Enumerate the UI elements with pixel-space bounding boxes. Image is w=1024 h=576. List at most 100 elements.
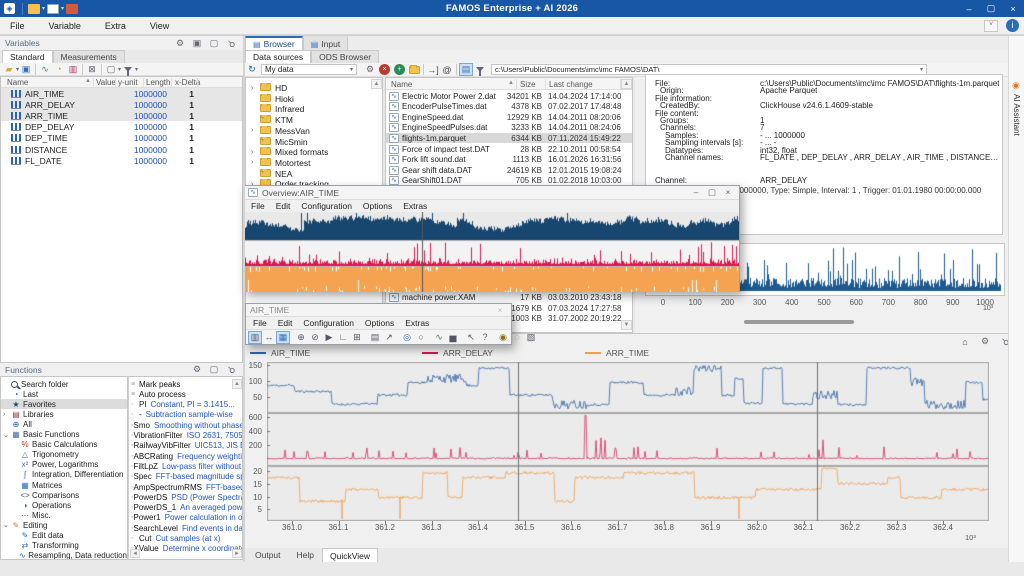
minimize-button[interactable]: –	[958, 0, 980, 17]
edit-icon[interactable]	[407, 66, 421, 74]
data-source-select[interactable]: My data▾	[261, 64, 357, 75]
function-category-operations[interactable]: ◑Operations	[1, 500, 127, 510]
at-icon[interactable]: @	[440, 63, 454, 76]
variable-row[interactable]: ARR_DELAY10000001	[1, 99, 242, 110]
column-header-value[interactable]: Value	[96, 78, 116, 87]
overview-menu-options[interactable]: Options	[363, 201, 392, 211]
menu-extra[interactable]: Extra	[105, 21, 126, 31]
function-item[interactable]: ≡Mark peaks	[129, 379, 242, 389]
overview-window[interactable]: ∿ Overview:AIR_TIME – ▢ × FileEditConfig…	[243, 185, 740, 292]
folder-item-messvan[interactable]: ›MessVan	[246, 126, 382, 136]
curve-menu-configuration[interactable]: Configuration	[303, 318, 354, 328]
function-category-power-logarithms[interactable]: x²Power, Logarithms	[1, 460, 127, 470]
float-icon[interactable]: ▣	[190, 37, 204, 50]
variable-row[interactable]: DEP_DELAY10000001	[1, 122, 242, 133]
function-item[interactable]: ◦XValueDetermine x coordinate	[129, 544, 242, 554]
maximize-icon[interactable]: ▢	[207, 363, 221, 376]
tab-quickview[interactable]: QuickView	[322, 548, 378, 562]
tree-expander-icon[interactable]: ›	[251, 159, 260, 166]
hide-icon[interactable]: ◌	[510, 331, 524, 344]
menu-file[interactable]: File	[10, 21, 25, 31]
subtab-data-sources[interactable]: Data sources	[245, 50, 311, 63]
settings-icon[interactable]: ⚙	[190, 363, 204, 376]
help-cursor-icon[interactable]: ?	[478, 331, 492, 344]
column-header-y-unit[interactable]: y-unit	[118, 78, 138, 87]
function-item[interactable]: ◦VibrationFilterISO 2631, 7505, 534...	[129, 431, 242, 441]
refresh-icon[interactable]: ↻	[245, 63, 259, 76]
grid-view-icon[interactable]: ▦	[276, 331, 290, 344]
legend-item-air_time[interactable]: AIR_TIME	[250, 348, 310, 358]
column-header-name[interactable]: Name	[391, 80, 412, 89]
function-category-trigonometry[interactable]: △Trigonometry	[1, 450, 127, 460]
tab-output[interactable]: Output	[247, 548, 289, 562]
curve-menu-edit[interactable]: Edit	[278, 318, 293, 328]
curve-icon[interactable]: ∿	[432, 331, 446, 344]
tree-expander-icon[interactable]: ⌄	[3, 431, 11, 439]
filter-icon[interactable]	[473, 67, 487, 72]
tree-expander-icon[interactable]: ⌄	[3, 521, 11, 529]
layout-icon[interactable]: ▥	[248, 331, 262, 344]
function-item[interactable]: ◦-Subtraction sample-wise	[129, 410, 242, 420]
overview-menu-file[interactable]: File	[251, 201, 265, 211]
show-all-icon[interactable]: ◉	[496, 331, 510, 344]
tab-measurements[interactable]: Measurements	[53, 50, 125, 63]
copy-icon[interactable]: ▤	[368, 331, 382, 344]
legend-item-arr_time[interactable]: ARR_TIME	[585, 348, 649, 358]
column-header-date[interactable]: Last change	[549, 80, 593, 89]
pan-icon[interactable]: ↔	[262, 331, 276, 344]
folder-item-motortest[interactable]: ›Motortest	[246, 158, 382, 168]
overview-maximize-button[interactable]: ▢	[705, 187, 719, 198]
function-category-misc-[interactable]: ⋯Misc.	[1, 510, 127, 520]
open-folder-icon[interactable]: ▰	[2, 63, 16, 76]
menu-variable[interactable]: Variable	[49, 21, 81, 31]
close-button[interactable]: ×	[1002, 0, 1024, 17]
function-item[interactable]: ◦ABCRatingFrequency weighting as...	[129, 451, 242, 461]
function-item[interactable]: ◦PIConstant, PI = 3.1415...	[129, 400, 242, 410]
zoom-in-icon[interactable]: ⊕	[294, 331, 308, 344]
tab-help[interactable]: Help	[289, 548, 322, 562]
menu-view[interactable]: View	[150, 21, 169, 31]
main-splitter[interactable]	[243, 36, 245, 562]
import-icon[interactable]: →]	[426, 63, 440, 76]
variable-row[interactable]: FL_DATE10000001	[1, 155, 242, 166]
axes-icon[interactable]: ∟	[336, 331, 350, 344]
function-item[interactable]: ◦RailwayVibFilterUIC513, JIS E4023	[129, 441, 242, 451]
function-category-integration-differentiation[interactable]: ∫Integration, Differentiation	[1, 470, 127, 480]
function-category-matrices[interactable]: ▦Matrices	[1, 480, 127, 490]
curve-menu-options[interactable]: Options	[365, 318, 394, 328]
function-item[interactable]: ◦SearchLevelFind events in data at...	[129, 523, 242, 533]
function-category-favorites[interactable]: ★Favorites	[1, 399, 127, 409]
sort-asc-icon[interactable]: ▲	[85, 78, 91, 84]
tree-expander-icon[interactable]: ›	[251, 85, 260, 92]
overview-minimize-button[interactable]: –	[689, 187, 703, 198]
zoom-off-icon[interactable]: ⊘	[308, 331, 322, 344]
fav-scroll-left[interactable]: ◄	[130, 549, 140, 558]
overview-menu-edit[interactable]: Edit	[276, 201, 291, 211]
curve-menu-file[interactable]: File	[253, 318, 267, 328]
tab-standard[interactable]: Standard	[2, 50, 53, 63]
settings-icon[interactable]: ⚙	[363, 63, 377, 76]
function-item[interactable]: ◦CutCut samples (at x)	[129, 534, 242, 544]
maximize-icon[interactable]: ▢	[207, 37, 221, 50]
folder-item-ktm[interactable]: →KTM	[246, 115, 382, 125]
function-item[interactable]: ◦PowerDS_1An averaged power sp...	[129, 503, 242, 513]
column-header-size[interactable]: Size	[520, 80, 536, 89]
quickview-chart[interactable]	[267, 362, 989, 521]
curve-menu-extras[interactable]: Extras	[405, 318, 429, 328]
show-curves-icon[interactable]: ∿	[38, 63, 52, 76]
pin-icon[interactable]: ⚲	[221, 33, 240, 52]
select-icon[interactable]: ↖	[464, 331, 478, 344]
file-row[interactable]: ∿EncoderPulseTimes.dat4378 KB07.02.2017 …	[386, 102, 632, 112]
function-category-editing[interactable]: ⌄✎Editing	[1, 520, 127, 530]
overview-window-titlebar[interactable]: ∿ Overview:AIR_TIME – ▢ ×	[244, 186, 739, 200]
settings-icon[interactable]: ⚙	[978, 335, 992, 348]
subtab-ods-browser[interactable]: ODS Browser	[311, 50, 379, 63]
file-row[interactable]: ∿Electric Motor Power 2.dat34201 KB14.04…	[386, 91, 632, 101]
ai-assistant-icon[interactable]: ◉	[1012, 80, 1020, 91]
function-category-basic-calculations[interactable]: %Basic Calculations	[1, 440, 127, 450]
overview-chart[interactable]	[244, 212, 739, 292]
function-category-libraries[interactable]: ›▤Libraries	[1, 409, 127, 419]
variable-row[interactable]: AIR_TIME10000001	[1, 88, 242, 99]
legend-item-arr_delay[interactable]: ARR_DELAY	[422, 348, 493, 358]
preview-toggle-icon[interactable]: ▤	[459, 63, 473, 76]
